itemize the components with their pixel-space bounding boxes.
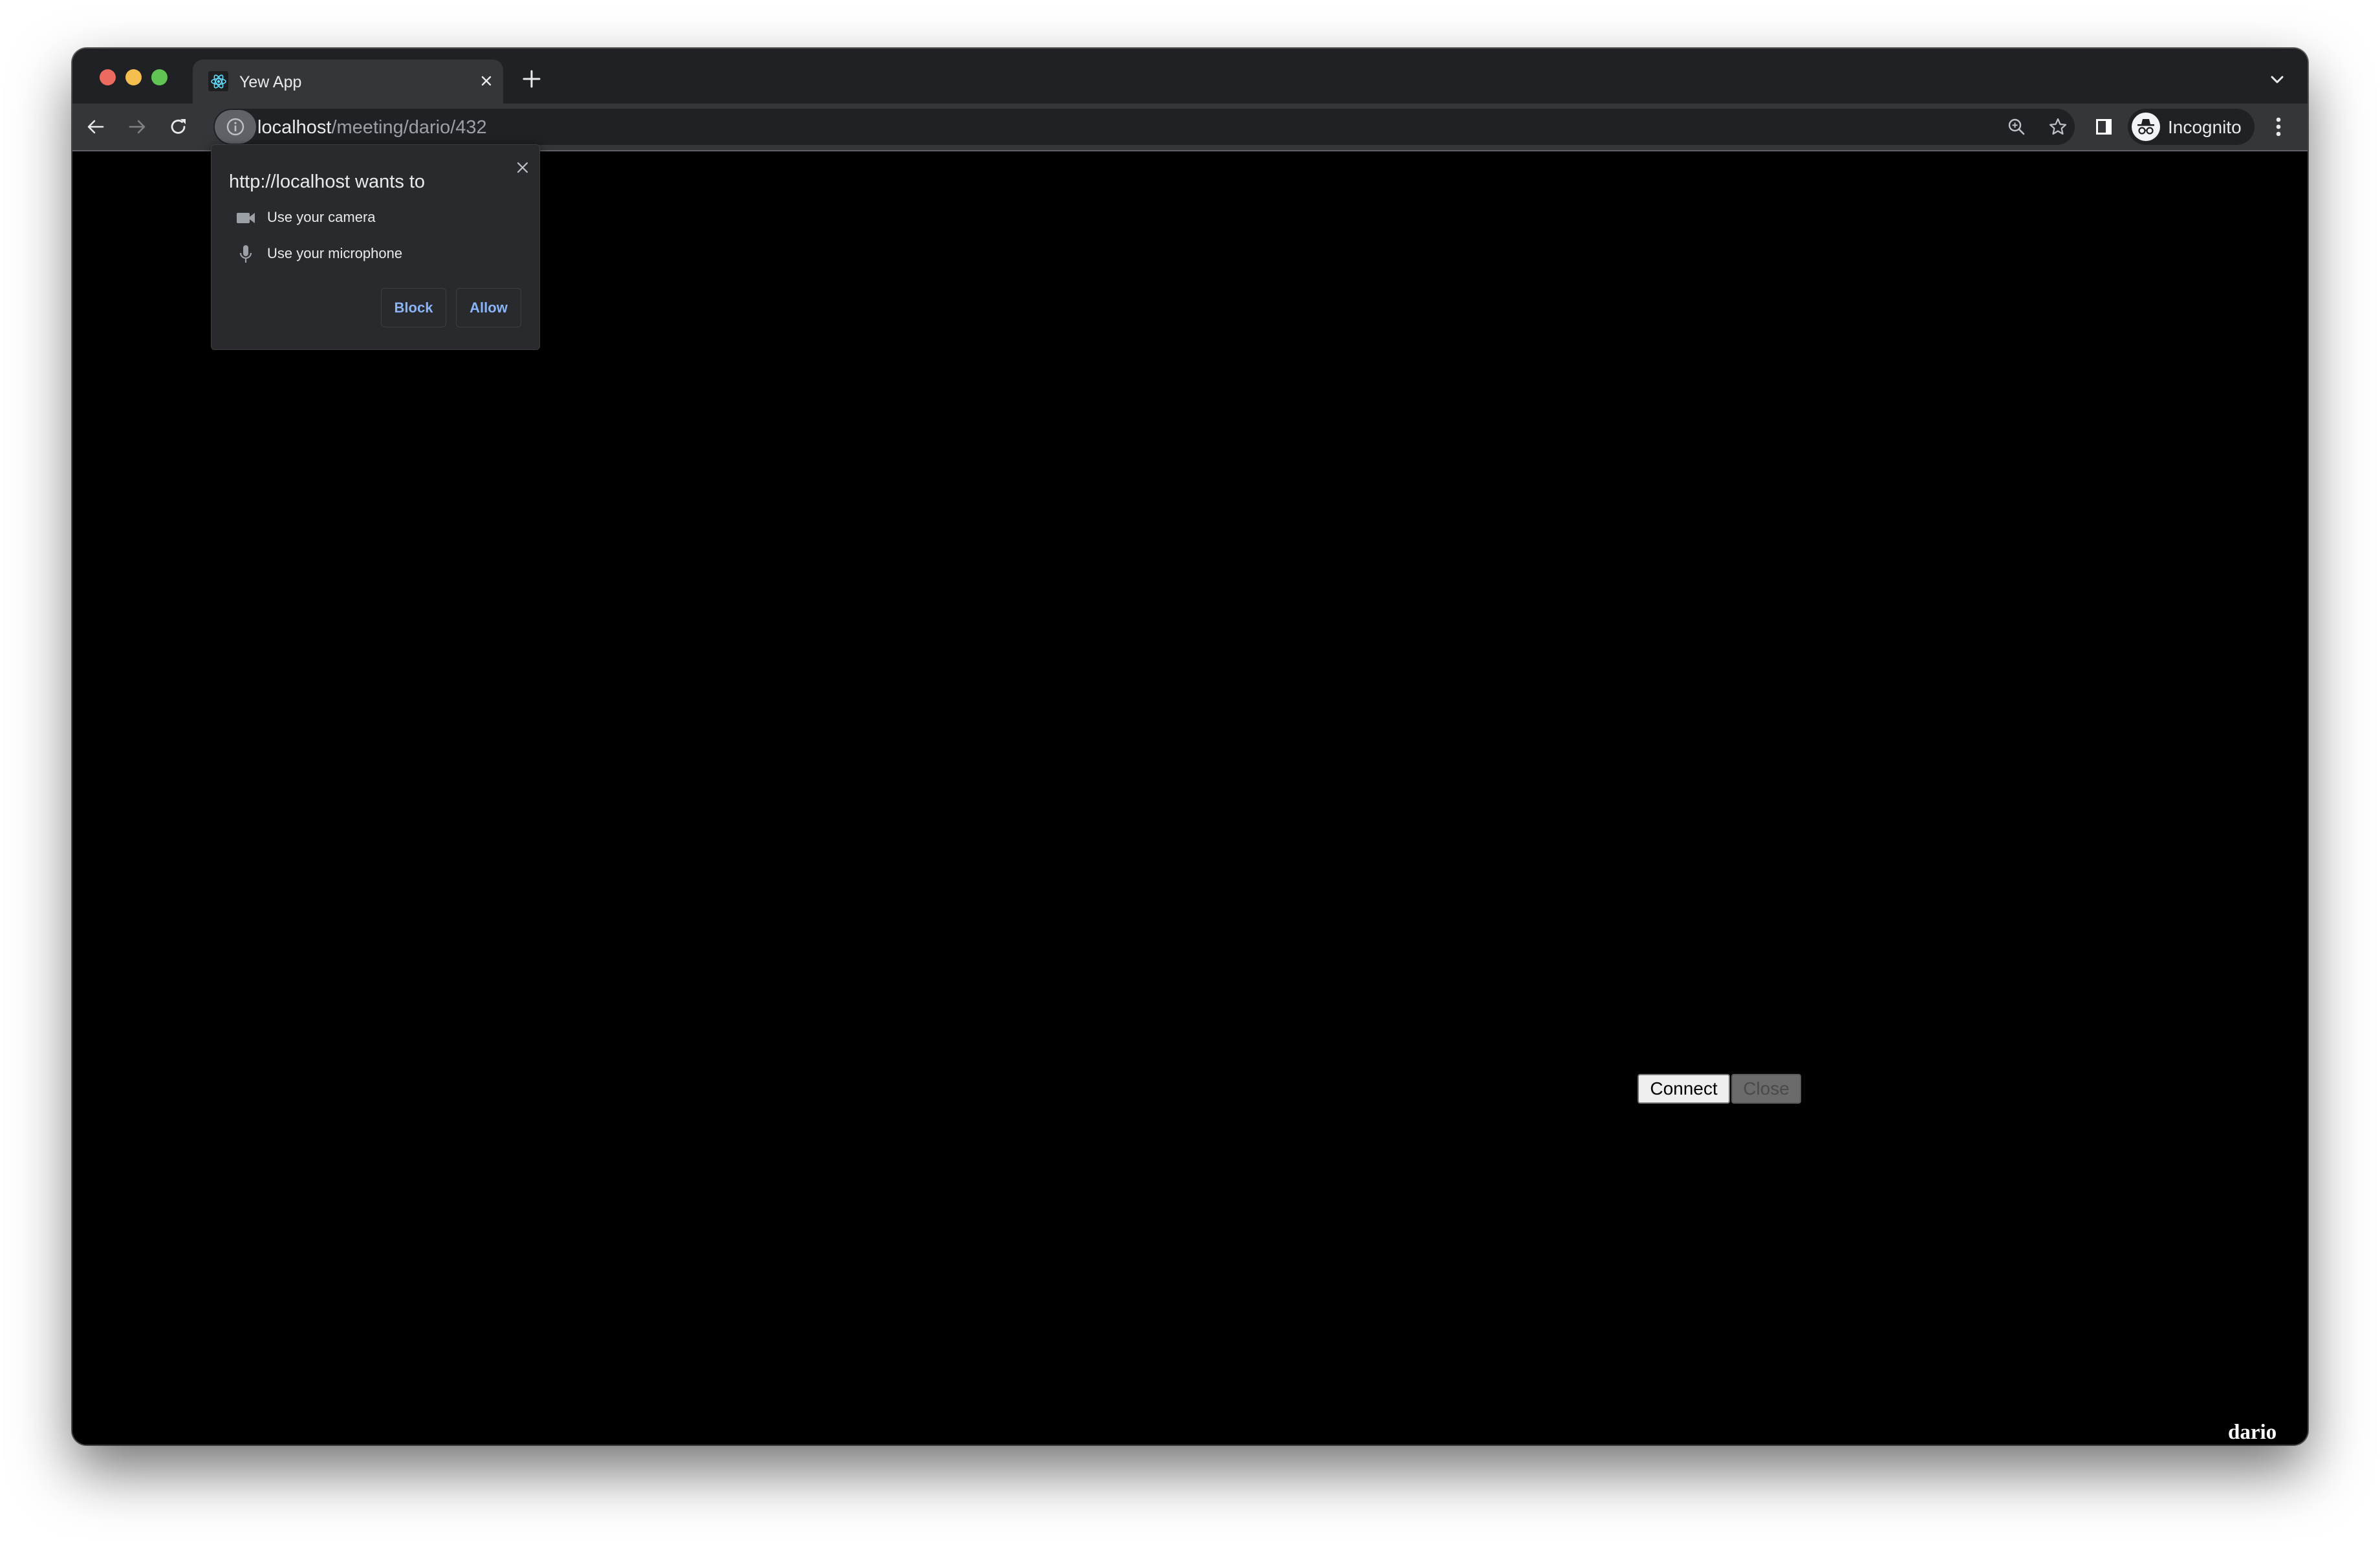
browser-window: Yew App localhost/meeting/dario/432 Inco… xyxy=(72,49,2308,1445)
permission-item-camera: Use your camera xyxy=(228,207,526,228)
url-path: /meeting/dario/432 xyxy=(331,117,487,138)
tab-close-button[interactable] xyxy=(476,71,497,92)
tab-strip: Yew App xyxy=(72,49,2308,104)
permission-prompt-close-button[interactable] xyxy=(513,158,532,177)
browser-menu-button[interactable] xyxy=(2269,115,2288,138)
allow-button[interactable]: Allow xyxy=(456,288,521,327)
site-info-button[interactable] xyxy=(215,110,256,144)
close-icon xyxy=(481,76,492,86)
permission-item-label: Use your microphone xyxy=(267,245,403,261)
zoom-button[interactable] xyxy=(2006,116,2027,137)
close-button: Close xyxy=(1731,1074,1801,1104)
window-minimize-button[interactable] xyxy=(125,69,142,85)
permission-prompt: http://localhost wants to Use your camer… xyxy=(211,144,540,350)
plus-icon xyxy=(523,70,541,88)
close-icon xyxy=(517,162,528,173)
star-icon xyxy=(2049,118,2067,135)
forward-button[interactable] xyxy=(125,115,149,138)
zoom-in-icon xyxy=(2008,118,2025,135)
reload-icon xyxy=(171,119,186,134)
address-bar[interactable]: localhost/meeting/dario/432 xyxy=(213,109,2075,145)
kebab-menu-icon xyxy=(2276,117,2281,137)
tab-yew-app[interactable]: Yew App xyxy=(193,60,503,104)
camera-icon xyxy=(236,208,255,228)
bookmark-button[interactable] xyxy=(2048,116,2068,137)
tab-title: Yew App xyxy=(239,73,302,91)
reload-button[interactable] xyxy=(167,115,190,138)
username-label: dario xyxy=(2228,1421,2277,1444)
url-host: localhost xyxy=(257,117,332,138)
arrow-right-icon xyxy=(129,120,146,134)
permission-prompt-title: http://localhost wants to xyxy=(229,171,426,192)
window-close-button[interactable] xyxy=(100,69,116,85)
react-atom-icon xyxy=(208,71,228,91)
arrow-left-icon xyxy=(87,120,104,134)
side-panel-button[interactable] xyxy=(2093,116,2114,137)
back-button[interactable] xyxy=(84,115,107,138)
permission-item-label: Use your camera xyxy=(267,209,376,225)
new-tab-button[interactable] xyxy=(521,69,542,90)
microphone-icon xyxy=(236,245,255,264)
profile-label: Incognito xyxy=(2168,117,2242,137)
permission-item-microphone: Use your microphone xyxy=(228,243,526,264)
block-button[interactable]: Block xyxy=(381,288,446,327)
incognito-icon xyxy=(2132,113,2160,141)
side-panel-icon xyxy=(2096,119,2112,135)
profile-button[interactable]: Incognito xyxy=(2128,109,2255,145)
chevron-down-icon xyxy=(2271,76,2284,83)
info-icon xyxy=(226,118,244,136)
url-text[interactable]: localhost/meeting/dario/432 xyxy=(257,117,487,138)
window-zoom-button[interactable] xyxy=(151,69,168,85)
tab-search-button[interactable] xyxy=(2269,73,2289,90)
connect-button[interactable]: Connect xyxy=(1638,1074,1730,1104)
